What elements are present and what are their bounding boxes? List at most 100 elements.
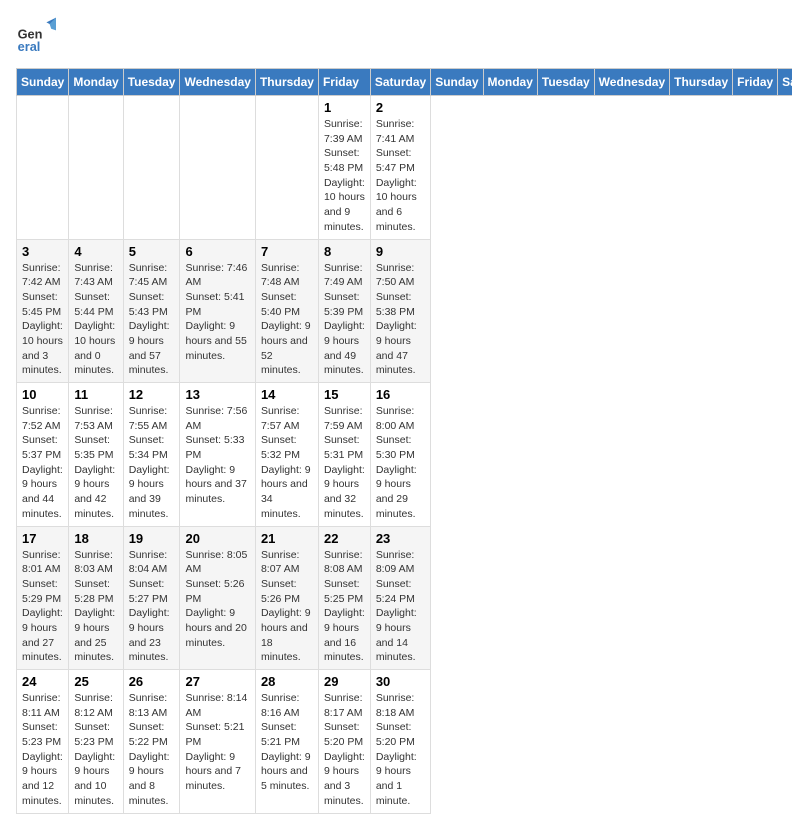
header: Gen eral [16,16,776,56]
calendar-cell: 26 Sunrise: 8:13 AMSunset: 5:22 PMDayligh… [123,670,180,814]
calendar-cell: 13Sunrise: 7:56 AMSunset: 5:33 PMDayligh… [180,383,255,527]
calendar-cell: 29 Sunrise: 8:17 AMSunset: 5:20 PMDayligh… [318,670,370,814]
header-saturday: Saturday [370,69,430,96]
weekday-header-thursday: Thursday [670,69,733,96]
day-info: Sunrise: 7:46 AMSunset: 5:41 PMDaylight:… [185,261,249,364]
day-number: 24 [22,674,63,689]
day-info: Sunrise: 8:18 AMSunset: 5:20 PMDaylight:… [376,691,425,809]
day-info: Sunrise: 7:45 AMSunset: 5:43 PMDaylight:… [129,261,175,379]
day-info: Sunrise: 8:08 AMSunset: 5:25 PMDaylight:… [324,548,365,666]
calendar-cell: 16 Sunrise: 8:00 AMSunset: 5:30 PMDayligh… [370,383,430,527]
day-number: 27 [185,674,249,689]
day-info: Sunrise: 8:03 AMSunset: 5:28 PMDaylight:… [74,548,117,666]
calendar-header-row: SundayMondayTuesdayWednesdayThursdayFrid… [17,69,792,96]
day-info: Sunrise: 7:43 AMSunset: 5:44 PMDaylight:… [74,261,117,379]
day-number: 20 [185,531,249,546]
header-wednesday: Wednesday [180,69,255,96]
svg-text:eral: eral [18,39,41,54]
calendar-cell: 7Sunrise: 7:48 AMSunset: 5:40 PMDaylight… [255,239,318,383]
day-number: 28 [261,674,313,689]
day-number: 19 [129,531,175,546]
day-info: Sunrise: 8:04 AMSunset: 5:27 PMDaylight:… [129,548,175,666]
weekday-header-monday: Monday [483,69,537,96]
calendar-cell: 3 Sunrise: 7:42 AMSunset: 5:45 PMDaylight… [17,239,69,383]
calendar-cell: 20 Sunrise: 8:05 AMSunset: 5:26 PMDayligh… [180,526,255,670]
calendar-cell: 10 Sunrise: 7:52 AMSunset: 5:37 PMDayligh… [17,383,69,527]
calendar-cell [69,96,123,240]
header-friday: Friday [318,69,370,96]
calendar-cell: 5 Sunrise: 7:45 AMSunset: 5:43 PMDaylight… [123,239,180,383]
day-info: Sunrise: 7:49 AMSunset: 5:39 PMDaylight:… [324,261,365,379]
calendar-week-2: 3 Sunrise: 7:42 AMSunset: 5:45 PMDaylight… [17,239,792,383]
calendar-week-4: 17 Sunrise: 8:01 AMSunset: 5:29 PMDayligh… [17,526,792,670]
day-number: 12 [129,387,175,402]
header-sunday: Sunday [17,69,69,96]
day-number: 8 [324,244,365,259]
day-number: 7 [261,244,313,259]
day-number: 10 [22,387,63,402]
day-info: Sunrise: 8:17 AMSunset: 5:20 PMDaylight:… [324,691,365,809]
day-info: Sunrise: 8:12 AMSunset: 5:23 PMDaylight:… [74,691,117,809]
calendar-cell [17,96,69,240]
day-info: Sunrise: 8:07 AMSunset: 5:26 PMDaylight:… [261,548,313,666]
header-monday: Monday [69,69,123,96]
weekday-header-tuesday: Tuesday [537,69,594,96]
day-info: Sunrise: 7:42 AMSunset: 5:45 PMDaylight:… [22,261,63,379]
weekday-header-friday: Friday [733,69,778,96]
day-info: Sunrise: 8:09 AMSunset: 5:24 PMDaylight:… [376,548,425,666]
calendar-cell [255,96,318,240]
day-number: 17 [22,531,63,546]
weekday-header-wednesday: Wednesday [594,69,669,96]
day-number: 15 [324,387,365,402]
day-info: Sunrise: 8:14 AMSunset: 5:21 PMDaylight:… [185,691,249,794]
day-info: Sunrise: 7:52 AMSunset: 5:37 PMDaylight:… [22,404,63,522]
day-number: 14 [261,387,313,402]
day-info: Sunrise: 8:01 AMSunset: 5:29 PMDaylight:… [22,548,63,666]
day-info: Sunrise: 8:16 AMSunset: 5:21 PMDaylight:… [261,691,313,794]
calendar-cell [180,96,255,240]
day-number: 2 [376,100,425,115]
calendar-cell: 2Sunrise: 7:41 AMSunset: 5:47 PMDaylight… [370,96,430,240]
weekday-header-saturday: Saturday [778,69,792,96]
calendar-cell: 25 Sunrise: 8:12 AMSunset: 5:23 PMDayligh… [69,670,123,814]
calendar-week-3: 10 Sunrise: 7:52 AMSunset: 5:37 PMDayligh… [17,383,792,527]
calendar-cell: 28 Sunrise: 8:16 AMSunset: 5:21 PMDayligh… [255,670,318,814]
day-info: Sunrise: 8:13 AMSunset: 5:22 PMDaylight:… [129,691,175,809]
day-info: Sunrise: 8:00 AMSunset: 5:30 PMDaylight:… [376,404,425,522]
day-number: 26 [129,674,175,689]
day-number: 9 [376,244,425,259]
day-number: 4 [74,244,117,259]
day-number: 23 [376,531,425,546]
calendar-cell: 24Sunrise: 8:11 AMSunset: 5:23 PMDayligh… [17,670,69,814]
calendar-cell: 21 Sunrise: 8:07 AMSunset: 5:26 PMDayligh… [255,526,318,670]
calendar-cell: 11Sunrise: 7:53 AMSunset: 5:35 PMDayligh… [69,383,123,527]
calendar-cell: 27 Sunrise: 8:14 AMSunset: 5:21 PMDayligh… [180,670,255,814]
logo-icon: Gen eral [16,16,56,56]
day-number: 3 [22,244,63,259]
day-number: 29 [324,674,365,689]
calendar-cell: 19 Sunrise: 8:04 AMSunset: 5:27 PMDayligh… [123,526,180,670]
day-number: 25 [74,674,117,689]
calendar-cell: 9 Sunrise: 7:50 AMSunset: 5:38 PMDaylight… [370,239,430,383]
calendar-cell: 14Sunrise: 7:57 AMSunset: 5:32 PMDayligh… [255,383,318,527]
day-number: 6 [185,244,249,259]
calendar-cell: 6 Sunrise: 7:46 AMSunset: 5:41 PMDaylight… [180,239,255,383]
calendar-week-1: 1 Sunrise: 7:39 AMSunset: 5:48 PMDaylight… [17,96,792,240]
calendar-cell: 4 Sunrise: 7:43 AMSunset: 5:44 PMDaylight… [69,239,123,383]
day-info: Sunrise: 7:39 AMSunset: 5:48 PMDaylight:… [324,117,365,235]
calendar-cell: 17 Sunrise: 8:01 AMSunset: 5:29 PMDayligh… [17,526,69,670]
calendar-cell: 15 Sunrise: 7:59 AMSunset: 5:31 PMDayligh… [318,383,370,527]
day-info: Sunrise: 7:50 AMSunset: 5:38 PMDaylight:… [376,261,425,379]
day-info: Sunrise: 8:05 AMSunset: 5:26 PMDaylight:… [185,548,249,651]
day-number: 1 [324,100,365,115]
day-number: 16 [376,387,425,402]
day-number: 5 [129,244,175,259]
day-number: 30 [376,674,425,689]
day-number: 21 [261,531,313,546]
calendar-cell: 12 Sunrise: 7:55 AMSunset: 5:34 PMDayligh… [123,383,180,527]
day-info: Sunrise: 7:55 AMSunset: 5:34 PMDaylight:… [129,404,175,522]
calendar-table: SundayMondayTuesdayWednesdayThursdayFrid… [16,68,792,814]
calendar-week-5: 24Sunrise: 8:11 AMSunset: 5:23 PMDayligh… [17,670,792,814]
day-info: Sunrise: 7:59 AMSunset: 5:31 PMDaylight:… [324,404,365,522]
day-number: 13 [185,387,249,402]
